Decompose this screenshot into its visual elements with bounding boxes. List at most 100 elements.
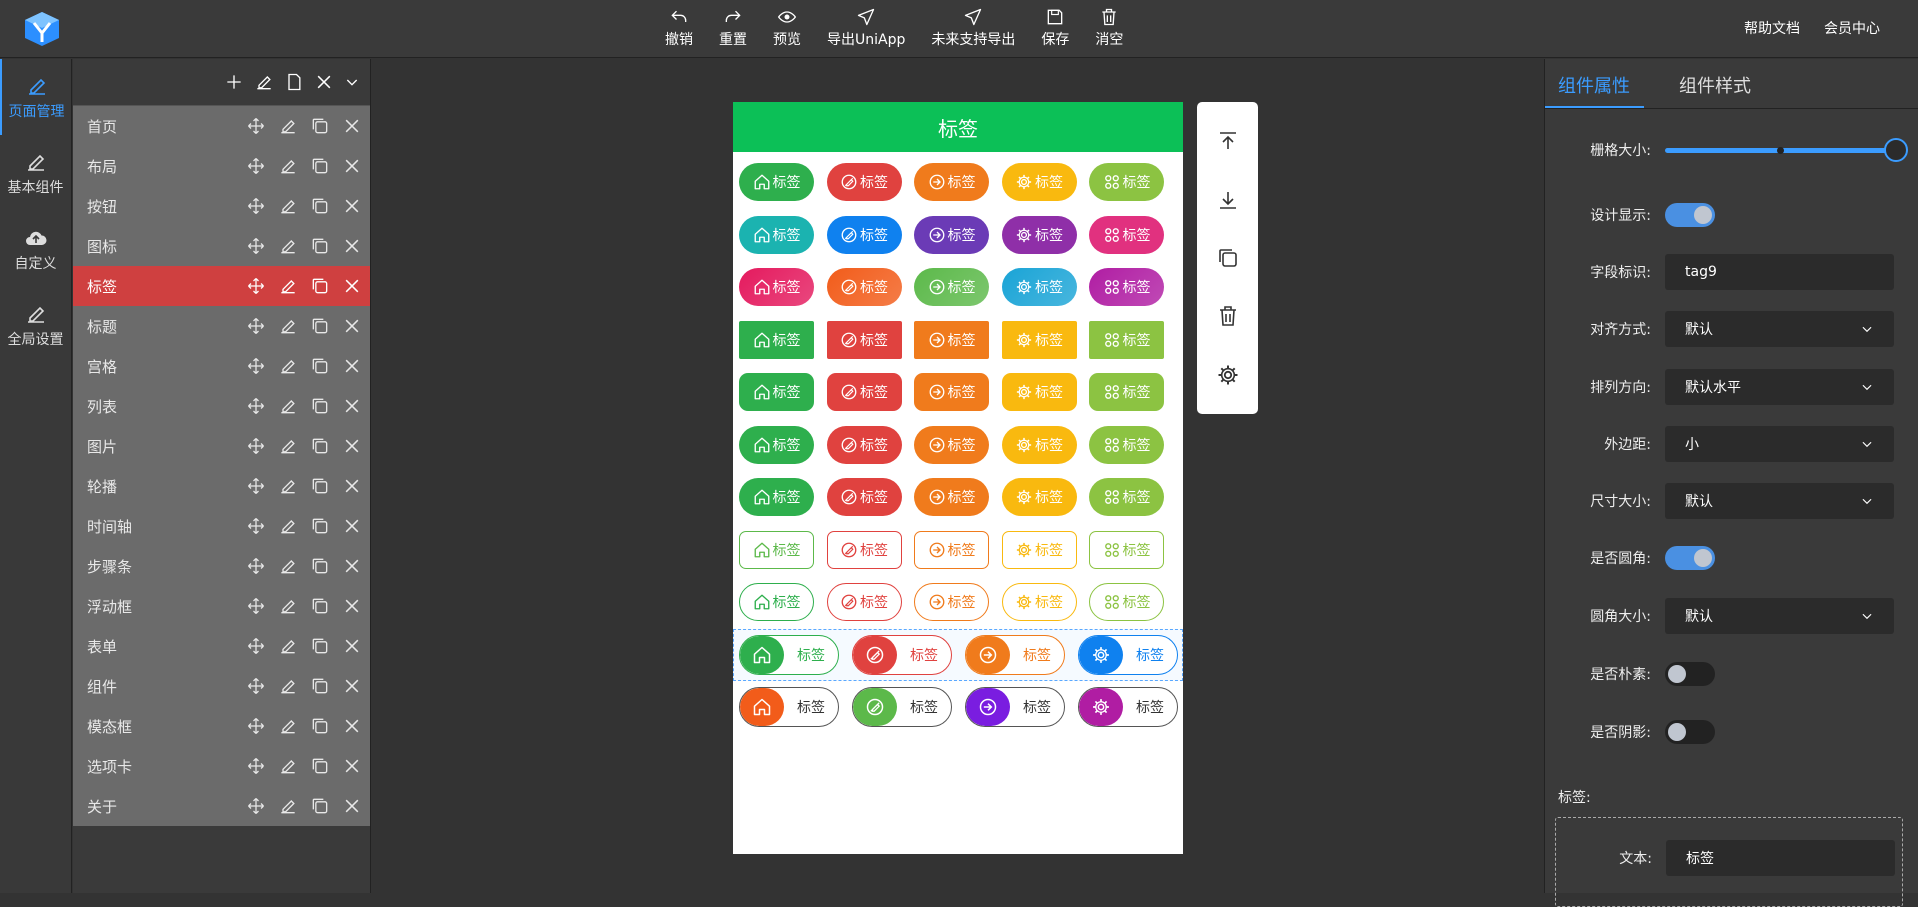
split-tag[interactable]: 标签 (739, 634, 839, 675)
selected-tag-row[interactable]: 标签 标签 标签 标签 (733, 628, 1183, 681)
design-show-toggle[interactable] (1665, 203, 1715, 227)
move-icon[interactable] (246, 356, 266, 376)
shadow-toggle[interactable] (1665, 720, 1715, 744)
new-page-icon[interactable] (284, 72, 304, 92)
edit-icon[interactable] (278, 516, 298, 536)
member-center-link[interactable]: 会员中心 (1824, 18, 1880, 38)
close-icon[interactable] (342, 116, 362, 136)
rail-item-1[interactable]: 基本组件 (0, 135, 71, 211)
page-item[interactable]: 列表 (73, 386, 370, 426)
tag[interactable]: 标签 (1089, 530, 1164, 569)
margin-select[interactable]: 小 (1665, 426, 1894, 462)
tag[interactable]: 标签 (1001, 163, 1077, 202)
copy-icon[interactable] (310, 236, 330, 256)
page-item[interactable]: 表单 (73, 626, 370, 666)
copy-icon[interactable] (310, 596, 330, 616)
tag[interactable]: 标签 (914, 530, 989, 569)
edit-icon[interactable] (278, 196, 298, 216)
move-icon[interactable] (246, 196, 266, 216)
copy-icon[interactable] (310, 796, 330, 816)
tag[interactable]: 标签 (1001, 425, 1077, 464)
toolbar-button-5[interactable]: 保存 (1028, 7, 1082, 49)
move-icon[interactable] (246, 116, 266, 136)
tag[interactable]: 标签 (739, 320, 814, 359)
plain-toggle[interactable] (1665, 662, 1715, 686)
settings-icon[interactable] (1216, 363, 1240, 387)
move-icon[interactable] (246, 516, 266, 536)
toolbar-button-3[interactable]: 导出UniApp (814, 7, 918, 49)
copy-icon[interactable] (310, 116, 330, 136)
tag[interactable]: 标签 (914, 215, 989, 254)
page-item[interactable]: 图片 (73, 426, 370, 466)
move-icon[interactable] (246, 596, 266, 616)
edit-icon[interactable] (278, 276, 298, 296)
tag[interactable]: 标签 (739, 268, 814, 307)
tag[interactable]: 标签 (1089, 163, 1164, 202)
move-icon[interactable] (246, 676, 266, 696)
split-tag[interactable]: 标签 (965, 634, 1065, 675)
close-icon[interactable] (342, 156, 362, 176)
split-tag[interactable]: 标签 (739, 687, 839, 728)
app-logo-icon[interactable] (22, 10, 62, 48)
copy-icon[interactable] (310, 356, 330, 376)
page-item[interactable]: 宫格 (73, 346, 370, 386)
tag[interactable]: 标签 (826, 478, 902, 517)
tag[interactable]: 标签 (739, 425, 814, 464)
page-item[interactable]: 标题 (73, 306, 370, 346)
tag[interactable]: 标签 (1089, 583, 1164, 622)
close-icon[interactable] (342, 556, 362, 576)
edit-page-icon[interactable] (254, 72, 274, 92)
tag-text-input[interactable]: 标签 (1666, 840, 1895, 876)
move-icon[interactable] (246, 556, 266, 576)
edit-icon[interactable] (278, 716, 298, 736)
tag[interactable]: 标签 (826, 583, 902, 622)
edit-icon[interactable] (278, 796, 298, 816)
edit-icon[interactable] (278, 156, 298, 176)
edit-icon[interactable] (278, 396, 298, 416)
edit-icon[interactable] (278, 356, 298, 376)
tag[interactable]: 标签 (826, 163, 902, 202)
toolbar-button-6[interactable]: 消空 (1082, 7, 1136, 49)
move-icon[interactable] (246, 796, 266, 816)
tag[interactable]: 标签 (739, 530, 814, 569)
tag[interactable]: 标签 (914, 425, 989, 464)
close-icon[interactable] (342, 276, 362, 296)
tag[interactable]: 标签 (826, 320, 902, 359)
tag[interactable]: 标签 (1089, 268, 1164, 307)
edit-icon[interactable] (278, 676, 298, 696)
tab-component-props[interactable]: 组件属性 (1545, 59, 1644, 108)
tag[interactable]: 标签 (739, 373, 814, 412)
add-page-icon[interactable] (224, 72, 244, 92)
tag[interactable]: 标签 (1001, 320, 1077, 359)
rail-item-0[interactable]: 页面管理 (0, 59, 71, 135)
page-item[interactable]: 选项卡 (73, 746, 370, 786)
toolbar-button-1[interactable]: 重置 (706, 7, 760, 49)
size-select[interactable]: 默认 (1665, 483, 1894, 519)
tag[interactable]: 标签 (739, 163, 814, 202)
tag[interactable]: 标签 (914, 373, 989, 412)
move-icon[interactable] (246, 436, 266, 456)
tag-row[interactable]: 标签 标签 标签 标签 (733, 681, 1183, 734)
close-icon[interactable] (342, 756, 362, 776)
tag[interactable]: 标签 (914, 268, 989, 307)
edit-icon[interactable] (278, 316, 298, 336)
edit-icon[interactable] (278, 436, 298, 456)
copy-icon[interactable] (310, 276, 330, 296)
tag[interactable]: 标签 (914, 583, 989, 622)
tag[interactable]: 标签 (1089, 478, 1164, 517)
close-icon[interactable] (342, 436, 362, 456)
split-tag[interactable]: 标签 (965, 687, 1065, 728)
page-item[interactable]: 组件 (73, 666, 370, 706)
page-item[interactable]: 布局 (73, 146, 370, 186)
direction-select[interactable]: 默认水平 (1665, 369, 1894, 405)
move-icon[interactable] (246, 636, 266, 656)
close-icon[interactable] (342, 596, 362, 616)
chevron-down-icon[interactable] (344, 72, 360, 92)
page-item[interactable]: 模态框 (73, 706, 370, 746)
copy-icon[interactable] (310, 636, 330, 656)
close-icon[interactable] (342, 516, 362, 536)
copy-icon[interactable] (1216, 246, 1240, 270)
page-item[interactable]: 图标 (73, 226, 370, 266)
split-tag[interactable]: 标签 (1078, 687, 1178, 728)
page-item[interactable]: 步骤条 (73, 546, 370, 586)
